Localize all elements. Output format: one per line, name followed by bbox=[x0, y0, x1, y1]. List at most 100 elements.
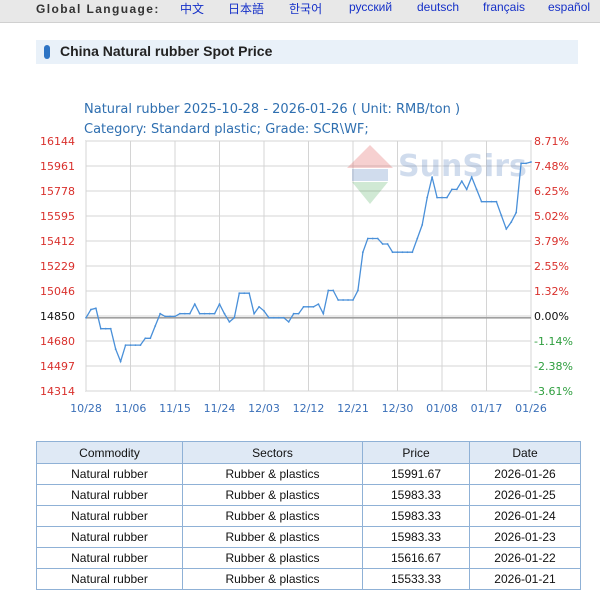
x-axis-label: 01/26 bbox=[515, 402, 547, 415]
language-link-russian[interactable]: русский bbox=[349, 0, 392, 14]
table-row: Natural rubber Rubber & plastics 15983.3… bbox=[36, 505, 581, 527]
right-axis-label: 8.71% bbox=[534, 135, 569, 148]
language-link-french[interactable]: français bbox=[483, 0, 525, 14]
right-axis-label: -2.38% bbox=[534, 360, 573, 373]
data-point bbox=[312, 305, 315, 308]
watermark-bar-icon bbox=[352, 169, 388, 181]
data-point bbox=[332, 289, 335, 292]
table-row: Natural rubber Rubber & plastics 15983.3… bbox=[36, 484, 581, 506]
data-point bbox=[164, 315, 167, 318]
data-point bbox=[342, 299, 345, 301]
language-link-chinese[interactable]: 中文 bbox=[180, 0, 204, 17]
data-point bbox=[183, 312, 186, 315]
data-point bbox=[520, 162, 523, 165]
data-point bbox=[208, 312, 211, 315]
data-point bbox=[169, 315, 171, 318]
cell-sector: Rubber & plastics bbox=[182, 547, 363, 569]
data-point bbox=[154, 325, 157, 327]
data-point bbox=[99, 327, 102, 330]
data-point bbox=[357, 289, 359, 292]
data-point bbox=[441, 196, 443, 199]
left-axis-label: 15046 bbox=[40, 285, 75, 298]
cell-date: 2026-01-24 bbox=[469, 505, 581, 527]
data-point bbox=[282, 316, 285, 319]
left-axis-label: 15595 bbox=[40, 210, 75, 223]
chart-subtitle: Category: Standard plastic; Grade: SCR\W… bbox=[84, 122, 369, 137]
left-axis-label: 15778 bbox=[40, 185, 75, 198]
right-axis-label: 6.25% bbox=[534, 185, 569, 198]
data-point bbox=[337, 299, 340, 301]
data-point bbox=[470, 176, 473, 178]
data-point bbox=[248, 292, 251, 295]
x-axis-label: 12/03 bbox=[248, 402, 280, 415]
language-link-german[interactable]: deutsch bbox=[417, 0, 459, 14]
data-point bbox=[371, 237, 374, 240]
column-header-price: Price bbox=[362, 441, 470, 464]
data-point bbox=[525, 162, 527, 165]
data-point bbox=[322, 312, 325, 315]
data-point bbox=[411, 251, 414, 254]
language-link-spanish[interactable]: español bbox=[548, 0, 590, 14]
data-point bbox=[114, 348, 117, 351]
language-label: Global Language: bbox=[36, 2, 160, 16]
data-point bbox=[94, 307, 97, 310]
cell-sector: Rubber & plastics bbox=[182, 568, 363, 590]
right-axis-label: 1.32% bbox=[534, 285, 569, 298]
data-point bbox=[90, 308, 92, 311]
language-link-japanese[interactable]: 日本語 bbox=[228, 0, 264, 17]
table-header-row: Commodity Sectors Price Date bbox=[36, 441, 581, 464]
right-axis-label: 5.02% bbox=[534, 210, 569, 223]
right-axis-label: -3.61% bbox=[534, 385, 573, 398]
table-row: Natural rubber Rubber & plastics 15991.6… bbox=[36, 463, 581, 485]
left-axis-label: 14314 bbox=[40, 385, 75, 398]
data-point bbox=[381, 243, 384, 245]
data-point bbox=[253, 312, 256, 315]
data-point bbox=[188, 312, 191, 315]
data-point bbox=[263, 310, 265, 312]
x-axis-label: 11/15 bbox=[159, 402, 191, 415]
chart-title: Natural rubber 2025-10-28 - 2026-01-26 (… bbox=[84, 102, 460, 117]
data-point bbox=[119, 360, 122, 363]
price-table: Commodity Sectors Price Date Natural rub… bbox=[36, 441, 581, 590]
data-point bbox=[455, 188, 458, 191]
data-point bbox=[213, 312, 216, 315]
data-point bbox=[109, 327, 112, 330]
cell-date: 2026-01-21 bbox=[469, 568, 581, 590]
data-point bbox=[490, 200, 493, 203]
column-header-sectors: Sectors bbox=[182, 441, 363, 464]
data-point bbox=[446, 196, 448, 199]
data-point bbox=[436, 196, 438, 199]
data-point bbox=[228, 320, 231, 323]
data-point bbox=[218, 303, 221, 306]
data-point bbox=[272, 316, 275, 319]
right-axis-label: -1.14% bbox=[534, 335, 573, 348]
panel-bullet-icon bbox=[44, 45, 50, 59]
left-axis-label: 15961 bbox=[40, 160, 75, 173]
x-axis-label: 12/21 bbox=[337, 402, 369, 415]
x-axis-label: 01/08 bbox=[426, 402, 458, 415]
right-axis-label: 7.48% bbox=[534, 160, 569, 173]
right-axis-label: 3.79% bbox=[534, 235, 569, 248]
table-row: Natural rubber Rubber & plastics 15983.3… bbox=[36, 526, 581, 548]
watermark-text: SunSirs bbox=[398, 149, 527, 184]
language-link-korean[interactable]: 한국어 bbox=[289, 0, 322, 17]
cell-commodity: Natural rubber bbox=[36, 484, 183, 506]
cell-date: 2026-01-23 bbox=[469, 526, 581, 548]
x-axis-label: 12/30 bbox=[382, 402, 414, 415]
data-point bbox=[352, 299, 354, 301]
data-point bbox=[317, 303, 320, 306]
data-point bbox=[179, 312, 181, 315]
data-point bbox=[139, 344, 142, 346]
left-axis-label: 14680 bbox=[40, 335, 75, 348]
language-bar: Global Language: 中文 日本語 한국어 русский deut… bbox=[0, 0, 600, 23]
panel-title: China Natural rubber Spot Price bbox=[60, 43, 273, 59]
data-point bbox=[460, 180, 463, 183]
data-point bbox=[327, 289, 330, 292]
right-axis-label: 2.55% bbox=[534, 260, 569, 273]
data-point bbox=[465, 188, 468, 191]
right-axis-label: 0.00% bbox=[534, 310, 569, 323]
cell-price: 15983.33 bbox=[362, 484, 470, 506]
data-point bbox=[198, 312, 201, 315]
data-point bbox=[530, 161, 532, 163]
cell-commodity: Natural rubber bbox=[36, 547, 183, 569]
